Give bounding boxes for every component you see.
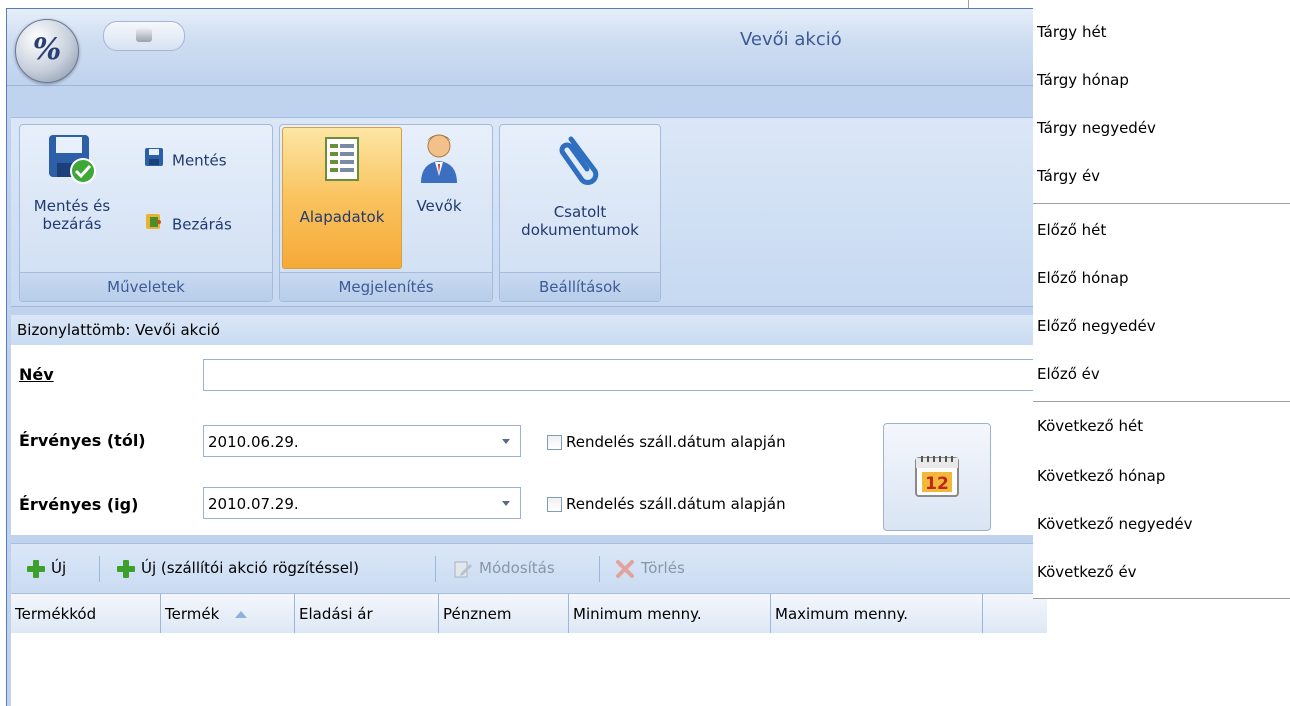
ribbon-group-settings: Csatolt dokumentumok Beállítások — [499, 124, 661, 302]
close-label: Bezárás — [172, 215, 232, 234]
menu-item-current-quarter[interactable]: Tárgy negyedév — [1033, 104, 1290, 152]
column-header-product-code[interactable]: Termékkód — [11, 594, 161, 634]
valid-to-label: Érvényes (ig) — [19, 495, 139, 514]
edit-label: Módosítás — [479, 559, 555, 577]
add-icon — [117, 559, 135, 578]
ribbon-group-actions: Mentés és bezárás Mentés Bezárás Művelet… — [19, 124, 273, 302]
toolbar-separator — [435, 556, 436, 582]
checkbox-box[interactable] — [547, 497, 562, 512]
user-icon — [421, 134, 457, 183]
delete-icon — [615, 559, 641, 578]
close-button[interactable]: Bezárás — [144, 211, 232, 237]
checkbox-label: Rendelés száll.dátum alapján — [566, 433, 786, 451]
ribbon-group-label: Műveletek — [20, 272, 272, 301]
delete-button[interactable]: Törlés — [615, 556, 685, 580]
edit-icon — [453, 559, 479, 577]
header-form: Név Érvényes (tól) 2010.06.29. Rendelés … — [11, 345, 1047, 535]
paperclip-icon — [559, 136, 599, 185]
new-button[interactable]: Új — [27, 556, 66, 580]
name-input[interactable] — [203, 359, 1047, 391]
customers-button[interactable]: Vevők — [404, 131, 474, 251]
delivery-date-checkbox-from[interactable]: Rendelés száll.dátum alapján — [547, 433, 786, 451]
items-toolbar: Új Új (szállítói akció rögzítéssel) Módo… — [11, 543, 1047, 594]
save-and-close-label: Mentés és bezárás — [33, 197, 111, 233]
application-menu-button[interactable]: % — [15, 19, 79, 83]
edit-button[interactable]: Módosítás — [453, 556, 555, 580]
menu-item-current-month[interactable]: Tárgy hónap — [1033, 56, 1290, 104]
ribbon-group-label: Megjelenítés — [280, 272, 492, 301]
save-button[interactable]: Mentés — [144, 147, 227, 173]
quick-access-icon — [136, 28, 152, 42]
document-block-text: Bizonylattömb: Vevői akció — [17, 321, 220, 339]
menu-item-previous-week[interactable]: Előző hét — [1033, 206, 1290, 254]
calendar-icon: 12 — [915, 456, 959, 497]
basic-data-button[interactable]: Alapadatok — [282, 127, 402, 269]
valid-to-combo[interactable]: 2010.07.29. — [203, 487, 521, 519]
menu-item-current-week[interactable]: Tárgy hét — [1033, 8, 1290, 56]
basic-data-label: Alapadatok — [299, 208, 385, 226]
document-list-icon — [325, 137, 359, 181]
valid-to-value: 2010.07.29. — [208, 495, 299, 513]
sort-ascending-icon — [235, 611, 248, 618]
percent-icon: % — [32, 32, 62, 67]
attached-documents-button[interactable]: Csatolt dokumentumok — [504, 131, 656, 271]
document-block-bar: Bizonylattömb: Vevői akció — [11, 315, 1047, 346]
title-bar: % Vevői akció — [7, 9, 1047, 86]
floppy-icon — [144, 147, 164, 175]
app-window: % Vevői akció Mentés és bezárás Mentés B… — [6, 8, 1047, 706]
column-header-product[interactable]: Termék — [161, 594, 295, 634]
new-label: Új — [51, 559, 67, 577]
ribbon-group-label: Beállítások — [500, 272, 660, 301]
date-range-menu: Tárgy hét Tárgy hónap Tárgy negyedév Tár… — [1033, 0, 1290, 599]
dropdown-arrow-icon[interactable] — [502, 439, 510, 444]
menu-item-next-month[interactable]: Következő hónap — [1033, 452, 1290, 500]
attached-documents-label: Csatolt dokumentumok — [521, 203, 639, 239]
menu-item-current-year[interactable]: Tárgy év — [1033, 152, 1290, 200]
menu-item-next-week[interactable]: Következő hét — [1033, 402, 1290, 450]
save-check-icon — [49, 135, 96, 184]
checkbox-label: Rendelés száll.dátum alapján — [566, 495, 786, 513]
grid-header: Termékkód Termék Eladási ár Pénznem Mini… — [11, 593, 1047, 635]
menu-item-previous-quarter[interactable]: Előző negyedév — [1033, 302, 1290, 350]
new-with-supplier-label: Új (szállítói akció rögzítéssel) — [141, 559, 359, 577]
close-door-icon — [144, 211, 164, 239]
toolbar-separator — [599, 556, 600, 582]
column-header-sale-price[interactable]: Eladási ár — [295, 594, 439, 634]
valid-from-combo[interactable]: 2010.06.29. — [203, 425, 521, 457]
column-header-currency[interactable]: Pénznem — [439, 594, 569, 634]
save-label: Mentés — [172, 151, 227, 170]
delivery-date-checkbox-to[interactable]: Rendelés száll.dátum alapján — [547, 495, 786, 513]
ribbon-group-view: Alapadatok Vevők Megjelenítés — [279, 124, 493, 302]
new-with-supplier-button[interactable]: Új (szállítói akció rögzítéssel) — [117, 556, 359, 580]
grid-body[interactable] — [11, 633, 1047, 706]
valid-from-label: Érvényes (tól) — [19, 431, 146, 450]
quick-access-toolbar[interactable] — [103, 21, 185, 51]
save-and-close-button[interactable]: Mentés és bezárás — [24, 131, 120, 251]
delete-label: Törlés — [641, 559, 685, 577]
window-title: Vevői akció — [740, 29, 842, 50]
menu-item-next-quarter[interactable]: Következő negyedév — [1033, 500, 1290, 548]
toolbar-separator — [99, 556, 100, 582]
ribbon: Mentés és bezárás Mentés Bezárás Művelet… — [11, 117, 1047, 307]
add-icon — [27, 559, 45, 578]
column-header-min-qty[interactable]: Minimum menny. — [569, 594, 771, 634]
checkbox-box[interactable] — [547, 435, 562, 450]
name-label: Név — [19, 365, 54, 384]
valid-from-value: 2010.06.29. — [208, 433, 299, 451]
menu-separator — [1033, 203, 1290, 204]
customers-label: Vevők — [416, 197, 462, 215]
menu-item-previous-month[interactable]: Előző hónap — [1033, 254, 1290, 302]
menu-item-next-year[interactable]: Következő év — [1033, 548, 1290, 596]
calendar-icon-day: 12 — [925, 474, 949, 494]
menu-item-previous-year[interactable]: Előző év — [1033, 350, 1290, 398]
dropdown-arrow-icon[interactable] — [502, 501, 510, 506]
column-header-max-qty[interactable]: Maximum menny. — [771, 594, 983, 634]
date-range-calendar-button[interactable]: 12 — [883, 423, 991, 531]
